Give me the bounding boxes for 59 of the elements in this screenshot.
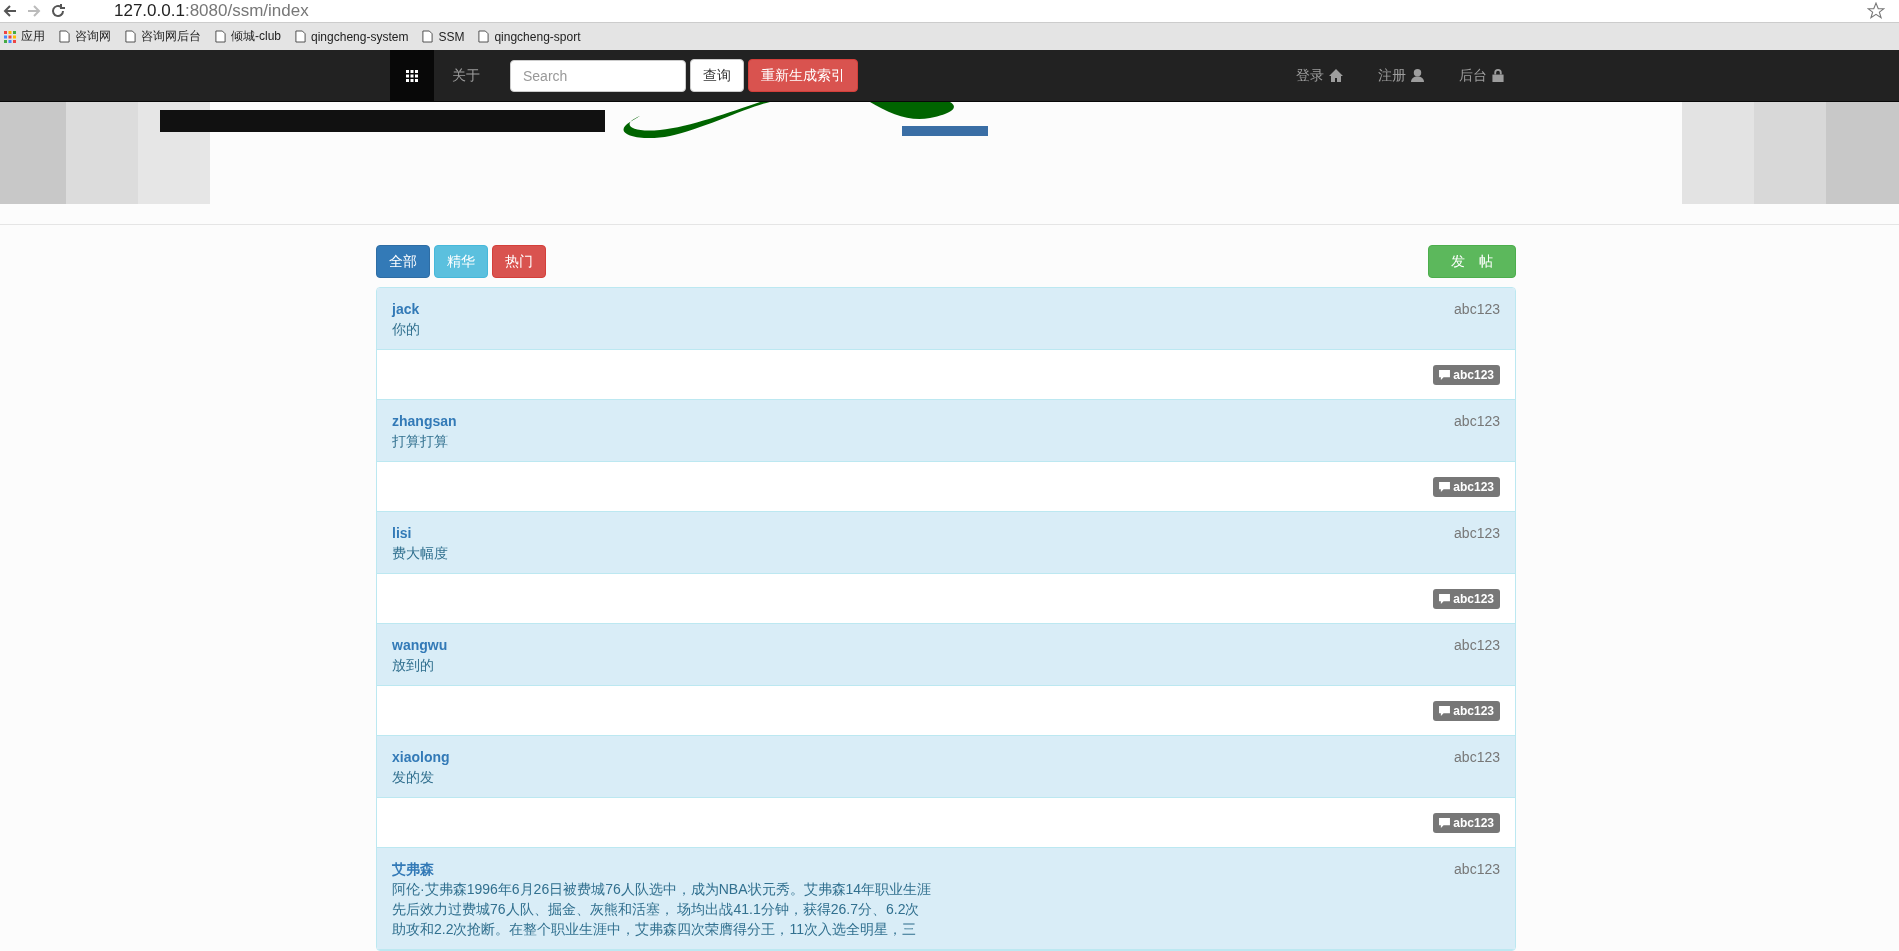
comment-icon (1439, 481, 1451, 492)
user-icon (1411, 69, 1424, 82)
post-content: 打算打算 (392, 432, 449, 451)
rebuild-index-button[interactable]: 重新生成索引 (748, 59, 858, 92)
home-icon (1329, 69, 1343, 82)
nav-link[interactable]: 后台 (1440, 66, 1520, 85)
post-meta: abc123 (1454, 636, 1500, 655)
comment-icon (1439, 705, 1451, 716)
bookmark[interactable]: qingcheng-system (295, 29, 409, 44)
post-content: 你的 (392, 320, 421, 339)
author-link[interactable]: jack (392, 299, 420, 319)
nav-link[interactable]: 登录 (1277, 66, 1359, 85)
page-icon (422, 30, 434, 43)
reload-icon[interactable] (50, 3, 66, 19)
page-icon (125, 30, 136, 43)
author-link[interactable]: zhangsan (392, 411, 457, 431)
page-icon (215, 30, 226, 43)
comment-badge: abc123 (1433, 364, 1500, 385)
post-content: 阿伦·艾弗森1996年6月26日被费城76人队选中，成为NBA状元秀。艾弗森14年职业生涯先后效力过费城76人队、掘金、灰熊和活塞， 场均出战41.1分钟，获得26.7分、6.2次助攻和2.2次抢断。在整个职业生涯中，艾弗森四次荣膺得分王，11次入选全明星，三 (392, 880, 932, 939)
comment-badge: abc123 (1433, 812, 1500, 833)
post-meta: abc123 (1454, 412, 1500, 431)
author-link[interactable]: 艾弗森 (392, 859, 434, 879)
comment-badge: abc123 (1433, 700, 1500, 721)
post-content: 费大幅度 (392, 544, 449, 563)
back-icon[interactable] (2, 3, 18, 19)
apps-button[interactable] (390, 50, 434, 101)
page-icon (478, 30, 490, 43)
comment-badge: abc123 (1433, 588, 1500, 609)
author-link[interactable]: xiaolong (392, 747, 450, 767)
comment-icon (1439, 817, 1451, 828)
apps-grid-icon (4, 30, 16, 43)
bookmark[interactable]: 咨询网 (59, 28, 111, 45)
bookmark[interactable]: SSM (422, 29, 465, 44)
comment-icon (1439, 593, 1451, 604)
page-icon (295, 30, 306, 43)
filter-button[interactable]: 全部 (376, 245, 430, 278)
search-field[interactable]: Search (510, 59, 686, 92)
post-meta: abc123 (1454, 300, 1500, 319)
post-content: 放到的 (392, 656, 435, 675)
star-icon[interactable] (1867, 2, 1885, 20)
grid-icon (406, 69, 418, 82)
post-meta: abc123 (1454, 860, 1500, 879)
post-meta: abc123 (1454, 524, 1500, 543)
post-meta: abc123 (1454, 748, 1500, 767)
bookmark[interactable]: 咨询网后台 (125, 28, 201, 45)
bookmark[interactable]: qingcheng-sport (478, 29, 581, 44)
author-link[interactable]: lisi (392, 523, 412, 543)
filter-button[interactable]: 热门 (492, 245, 546, 278)
nav-link[interactable]: 注册 (1359, 66, 1440, 85)
search-button[interactable]: 查询 (690, 59, 744, 92)
comment-badge: abc123 (1433, 476, 1500, 497)
bookmark[interactable]: 应用 (4, 28, 45, 45)
about-link[interactable]: 关于 (434, 66, 498, 85)
comment-icon (1439, 369, 1451, 380)
post-content: 发的发 (392, 768, 435, 787)
page-icon (59, 30, 70, 43)
bookmark[interactable]: 倾城-club (215, 28, 281, 45)
lock-icon (1492, 69, 1504, 82)
author-link[interactable]: wangwu (392, 635, 448, 655)
